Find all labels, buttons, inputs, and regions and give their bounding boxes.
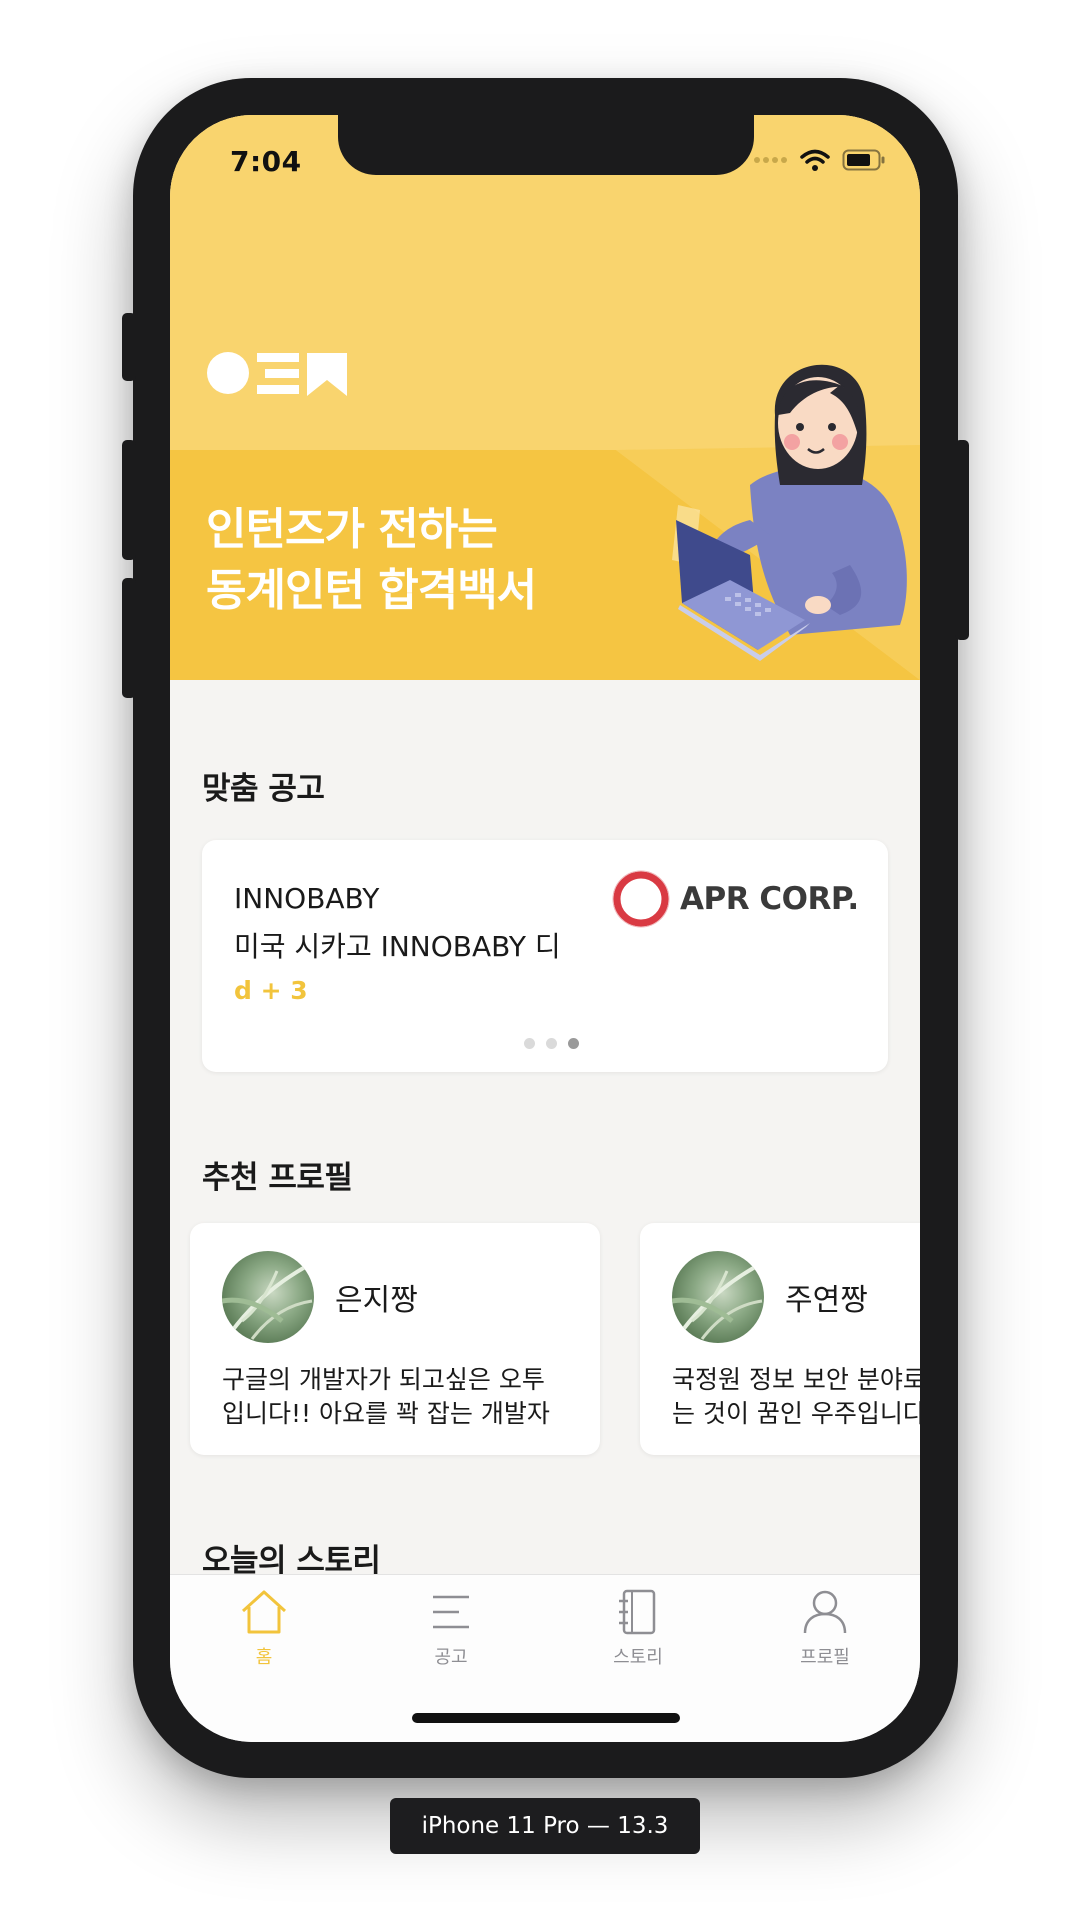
cellular-signal-icon <box>754 157 787 163</box>
home-indicator[interactable] <box>412 1713 680 1723</box>
tab-story[interactable]: 스토리 <box>578 1589 698 1669</box>
avatar <box>672 1251 764 1343</box>
tab-jobs[interactable]: 공고 <box>391 1589 511 1669</box>
volume-up-button <box>122 440 136 560</box>
tab-label: 공고 <box>434 1647 468 1668</box>
battery-icon <box>842 149 885 171</box>
profile-bio-line: 구글의 개발자가 되고싶은 오투 <box>222 1365 545 1394</box>
leaf-avatar-image <box>222 1264 313 1340</box>
profile-bio: 구글의 개발자가 되고싶은 오투 입니다!! 아요를 꽉 잡는 개발자 <box>222 1363 582 1431</box>
carousel-pagination[interactable] <box>524 1038 579 1049</box>
intern-illustration <box>672 364 907 661</box>
tab-label: 프로필 <box>800 1647 850 1668</box>
job-description: 미국 시카고 INNOBABY 디 <box>234 930 561 963</box>
banner-title-line-2: 동계인턴 합격백서 <box>206 564 537 616</box>
simulator-device-label: iPhone 11 Pro — 13.3 <box>390 1798 700 1854</box>
person-icon <box>803 1590 847 1634</box>
notebook-icon <box>619 1589 656 1635</box>
wifi-icon <box>800 149 830 171</box>
profile-name: 주연짱 <box>785 1283 868 1318</box>
status-time: 7:04 <box>230 145 302 178</box>
leaf-avatar-image <box>672 1264 763 1340</box>
banner-title-line-1: 인턴즈가 전하는 <box>206 504 498 555</box>
banner-title: 인턴즈가 전하는 동계인턴 합격백서 <box>206 500 626 621</box>
apr-ring-icon <box>612 870 670 928</box>
recommended-jobs-title: 맞춤 공고 <box>202 771 325 807</box>
app-screen: 인턴즈가 전하는 동계인턴 합격백서 7:04 맞춤 공고 INNOBABY 미… <box>170 115 920 1742</box>
app-logo <box>207 352 347 396</box>
device-notch <box>338 115 754 175</box>
profile-name: 은지짱 <box>335 1283 418 1318</box>
profile-bio-line: 입니다!! 아요를 꽉 잡는 개발자 <box>222 1398 550 1428</box>
job-dday-badge: d + 3 <box>234 976 308 1005</box>
recommended-profiles-title: 추천 프로필 <box>202 1160 353 1196</box>
home-icon <box>241 1590 287 1634</box>
job-card[interactable]: INNOBABY 미국 시카고 INNOBABY 디 d + 3 APR COR… <box>202 840 888 1072</box>
tab-label: 스토리 <box>613 1647 663 1668</box>
pagination-dot[interactable] <box>546 1038 557 1049</box>
profile-card[interactable]: 은지짱 구글의 개발자가 되고싶은 오투 입니다!! 아요를 꽉 잡는 개발자 <box>190 1223 600 1455</box>
avatar <box>222 1251 314 1343</box>
status-icons <box>754 149 886 171</box>
tab-label: 홈 <box>255 1647 273 1668</box>
tab-profile[interactable]: 프로필 <box>765 1589 885 1669</box>
power-button <box>955 440 969 640</box>
company-logo-text: APR CORP. <box>680 881 859 917</box>
profile-bio-line: 국정원 정보 보안 분야로 <box>672 1365 920 1394</box>
list-icon <box>433 1595 469 1629</box>
company-logo: APR CORP. <box>612 870 859 928</box>
silent-switch <box>122 313 136 381</box>
profile-bio: 국정원 정보 보안 분야로 는 것이 꿈인 우주입니다 <box>672 1363 920 1431</box>
profile-bio-line: 는 것이 꿈인 우주입니다 <box>672 1398 920 1428</box>
tab-home[interactable]: 홈 <box>204 1589 324 1669</box>
profile-card[interactable]: 주연짱 국정원 정보 보안 분야로 는 것이 꿈인 우주입니다 <box>640 1223 920 1455</box>
pagination-dot[interactable] <box>524 1038 535 1049</box>
volume-down-button <box>122 578 136 698</box>
pagination-dot-active[interactable] <box>568 1038 579 1049</box>
job-company-name: INNOBABY <box>234 882 380 915</box>
